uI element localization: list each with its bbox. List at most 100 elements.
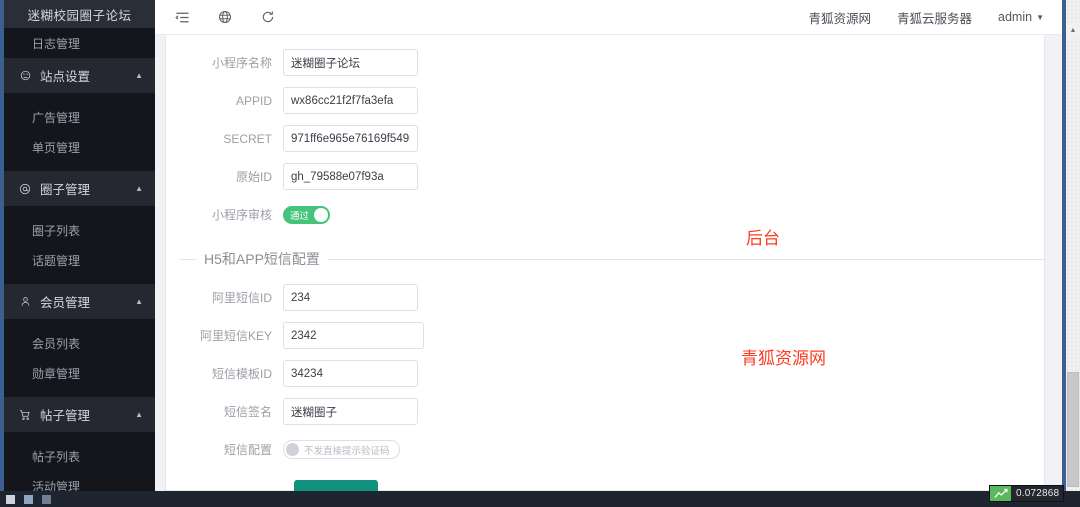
field-label: 短信签名: [223, 405, 272, 419]
sidebar-group-site-settings[interactable]: 站点设置 ▲: [4, 58, 155, 93]
performance-chart-icon: [990, 486, 1011, 501]
chevron-up-icon: ▲: [135, 409, 143, 419]
sidebar-sublist-site-settings: 广告管理 单页管理: [4, 93, 155, 171]
refresh-icon[interactable]: [259, 8, 277, 26]
sidebar-brand-label: 迷糊校园圈子论坛: [27, 8, 132, 23]
sidebar-item-medal-management[interactable]: 勋章管理: [4, 358, 155, 388]
globe-icon[interactable]: [216, 8, 234, 26]
link-qinghu-resource[interactable]: 青狐资源网: [809, 8, 872, 27]
field-label: 短信模板ID: [211, 367, 272, 381]
field-label: 小程序名称: [211, 56, 272, 70]
at-icon: [16, 183, 34, 195]
top-header: 青狐资源网 青狐云服务器 admin ▼: [155, 0, 1062, 35]
sidebar-brand: 迷糊校园圈子论坛: [4, 0, 155, 28]
divider-left: [180, 258, 196, 260]
user-menu[interactable]: admin ▼: [998, 10, 1044, 24]
sidebar-item-activity-management[interactable]: 活动管理: [4, 471, 155, 492]
sidebar-sublist-post-management: 帖子列表 活动管理: [4, 432, 155, 491]
performance-value: 0.072868: [1011, 486, 1063, 501]
content-area: 小程序名称 APPID SECRET 原始ID 小程序审核: [155, 35, 1062, 491]
sidebar-group-label: 站点设置: [40, 70, 91, 84]
app-window: 迷糊校园圈子论坛 日志管理 站点设置 ▲ 广告管理 单页管理 圈子管理 ▲ 圈子…: [0, 0, 1080, 507]
ali-sms-id-input[interactable]: [283, 284, 418, 311]
sidebar-item-label: 单页管理: [32, 140, 81, 155]
sidebar-item-label: 日志管理: [32, 36, 81, 51]
form-row: SECRET: [166, 120, 1044, 157]
field-label: 原始ID: [235, 170, 272, 184]
chevron-up-icon: ▲: [135, 296, 143, 306]
miniprogram-audit-toggle[interactable]: 通过: [283, 205, 331, 224]
ali-sms-key-input[interactable]: [283, 322, 424, 349]
sms-section-header: H5和APP短信配置: [166, 249, 1044, 269]
chevron-up-icon: ▲: [135, 70, 143, 80]
sms-template-id-input[interactable]: [283, 360, 418, 387]
link-qinghu-cloud[interactable]: 青狐云服务器: [897, 8, 972, 27]
taskbar-app-icon[interactable]: [24, 494, 33, 504]
miniprogram-name-input[interactable]: [283, 49, 418, 76]
scroll-up-arrow[interactable]: ▲: [1066, 22, 1080, 38]
sidebar-item-label: 圈子列表: [32, 223, 81, 238]
sidebar-item-member-list[interactable]: 会员列表: [4, 328, 155, 358]
sidebar-group-circle-management[interactable]: 圈子管理 ▲: [4, 171, 155, 206]
chevron-down-icon: ▼: [1036, 12, 1044, 22]
settings-panel: 小程序名称 APPID SECRET 原始ID 小程序审核: [165, 35, 1045, 491]
sidebar-group-label: 圈子管理: [40, 183, 91, 197]
sidebar-item-page-management[interactable]: 单页管理: [4, 132, 155, 162]
field-label: 小程序审核: [211, 208, 272, 222]
sidebar-top-sublist: 日志管理: [4, 28, 155, 58]
scrollbar-thumb[interactable]: [1067, 372, 1079, 487]
performance-widget[interactable]: 0.072868: [989, 485, 1064, 502]
settings-form: 小程序名称 APPID SECRET 原始ID 小程序审核: [166, 35, 1044, 491]
taskbar-app-icon[interactable]: [6, 494, 15, 504]
sidebar-sublist-member-management: 会员列表 勋章管理: [4, 319, 155, 397]
toggle-state-label: 通过: [290, 210, 310, 222]
sidebar-group-label: 帖子管理: [40, 409, 91, 423]
save-button[interactable]: 确认保存: [294, 480, 379, 491]
page-scrollbar[interactable]: ▲ ▼: [1066, 0, 1080, 507]
secret-input[interactable]: [283, 125, 418, 152]
toggle-knob: [314, 207, 329, 222]
cart-icon: [16, 409, 34, 421]
sms-config-toggle[interactable]: 不发直接提示验证码: [283, 440, 400, 459]
form-row: 阿里短信KEY: [166, 317, 1044, 354]
settings-icon: [16, 70, 34, 81]
field-label: 短信配置: [223, 443, 272, 457]
header-right-group: 青狐资源网 青狐云服务器 admin ▼: [809, 8, 1063, 27]
divider-right: [327, 258, 1044, 260]
taskbar-icons: [0, 491, 1080, 507]
sidebar-group-member-management[interactable]: 会员管理 ▲: [4, 284, 155, 319]
toggle-state-label: 不发直接提示验证码: [304, 445, 390, 457]
sidebar-item-circle-list[interactable]: 圈子列表: [4, 215, 155, 245]
form-actions: 确认保存: [166, 480, 1044, 491]
sidebar: 迷糊校园圈子论坛 日志管理 站点设置 ▲ 广告管理 单页管理 圈子管理 ▲ 圈子…: [4, 0, 155, 491]
collapse-menu-icon[interactable]: [173, 8, 191, 26]
appid-input[interactable]: [283, 87, 418, 114]
form-row: 阿里短信ID: [166, 279, 1044, 316]
sidebar-group-post-management[interactable]: 帖子管理 ▲: [4, 397, 155, 432]
field-label: APPID: [235, 93, 272, 108]
window-border-left: [0, 0, 4, 507]
sidebar-item-topic-management[interactable]: 话题管理: [4, 245, 155, 275]
sms-signature-input[interactable]: [283, 398, 418, 425]
form-row: 小程序审核 通过: [166, 196, 1044, 233]
field-label: 阿里短信ID: [211, 291, 272, 305]
user-menu-label: admin: [998, 10, 1033, 24]
sidebar-item-post-list[interactable]: 帖子列表: [4, 441, 155, 471]
sidebar-item-label: 勋章管理: [32, 366, 81, 381]
sidebar-group-label: 会员管理: [40, 296, 91, 310]
sidebar-item-label: 话题管理: [32, 253, 81, 268]
sidebar-item-label: 活动管理: [32, 479, 81, 492]
field-label: SECRET: [223, 131, 272, 146]
field-label: 阿里短信KEY: [199, 329, 272, 343]
window-border-right: [1062, 0, 1066, 507]
sidebar-item-log-management[interactable]: 日志管理: [4, 28, 155, 58]
sidebar-item-ad-management[interactable]: 广告管理: [4, 102, 155, 132]
original-id-input[interactable]: [283, 163, 418, 190]
sidebar-item-label: 会员列表: [32, 336, 81, 351]
taskbar-app-icon[interactable]: [42, 494, 51, 504]
form-row: 小程序名称: [166, 44, 1044, 81]
